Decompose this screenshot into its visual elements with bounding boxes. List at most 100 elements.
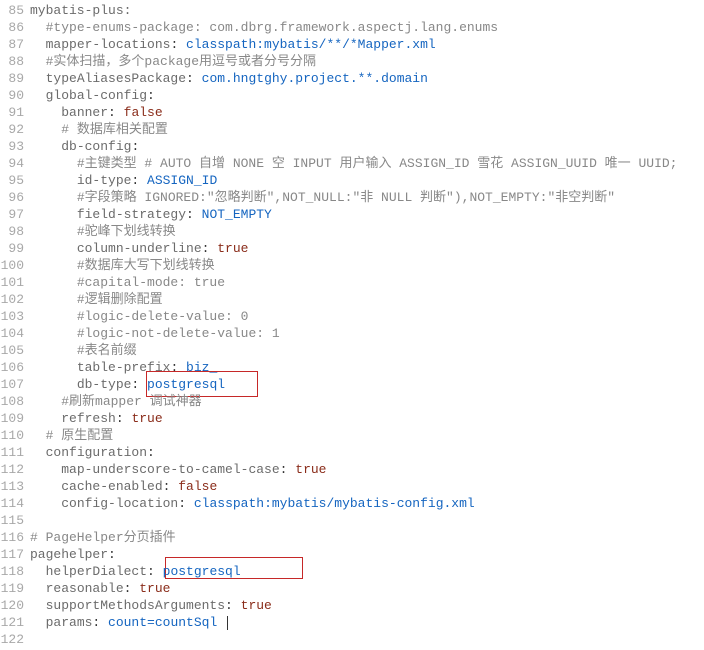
- line-number: 118: [0, 563, 30, 580]
- token: biz_: [186, 360, 217, 375]
- code-line[interactable]: 108 #刷新mapper 调试神器: [0, 393, 704, 410]
- code-content[interactable]: #logic-delete-value: 0: [30, 308, 248, 325]
- code-content[interactable]: field-strategy: NOT_EMPTY: [30, 206, 272, 223]
- token: params: [46, 615, 93, 630]
- code-line[interactable]: 106 table-prefix: biz_: [0, 359, 704, 376]
- token: :: [131, 139, 139, 154]
- code-line[interactable]: 101 #capital-mode: true: [0, 274, 704, 291]
- code-content[interactable]: map-underscore-to-camel-case: true: [30, 461, 326, 478]
- code-line[interactable]: 121 params: count=countSql: [0, 614, 704, 631]
- token: # 原生配置: [46, 428, 114, 443]
- code-content[interactable]: id-type: ASSIGN_ID: [30, 172, 217, 189]
- code-line[interactable]: 98 #驼峰下划线转换: [0, 223, 704, 240]
- code-content[interactable]: #logic-not-delete-value: 1: [30, 325, 280, 342]
- code-line[interactable]: 118 helperDialect: postgresql: [0, 563, 704, 580]
- code-line[interactable]: 94 #主键类型 # AUTO 自增 NONE 空 INPUT 用户输入 ASS…: [0, 155, 704, 172]
- code-line[interactable]: 109 refresh: true: [0, 410, 704, 427]
- code-line[interactable]: 89 typeAliasesPackage: com.hngtghy.proje…: [0, 70, 704, 87]
- token: db-config: [61, 139, 131, 154]
- token: #type-enums-package: com.dbrg.framework.…: [46, 20, 498, 35]
- code-line[interactable]: 86 #type-enums-package: com.dbrg.framewo…: [0, 19, 704, 36]
- code-line[interactable]: 116# PageHelper分页插件: [0, 529, 704, 546]
- code-content[interactable]: global-config:: [30, 87, 155, 104]
- code-line[interactable]: 90 global-config:: [0, 87, 704, 104]
- code-line[interactable]: 97 field-strategy: NOT_EMPTY: [0, 206, 704, 223]
- token: supportMethodsArguments: [46, 598, 225, 613]
- line-number: 102: [0, 291, 30, 308]
- code-content[interactable]: #数据库大写下划线转换: [30, 257, 215, 274]
- code-content[interactable]: db-config:: [30, 138, 139, 155]
- line-number: 115: [0, 512, 30, 529]
- line-number: 108: [0, 393, 30, 410]
- code-content[interactable]: configuration:: [30, 444, 155, 461]
- code-content[interactable]: #字段策略 IGNORED:"忽略判断",NOT_NULL:"非 NULL 判断…: [30, 189, 615, 206]
- code-content[interactable]: # 原生配置: [30, 427, 113, 444]
- token: cache-enabled: [61, 479, 162, 494]
- token: true: [295, 462, 326, 477]
- code-content[interactable]: #刷新mapper 调试神器: [30, 393, 202, 410]
- code-content[interactable]: banner: false: [30, 104, 163, 121]
- code-line[interactable]: 107 db-type: postgresql: [0, 376, 704, 393]
- line-number: 111: [0, 444, 30, 461]
- code-content[interactable]: db-type: postgresql: [30, 376, 225, 393]
- token: :: [116, 411, 132, 426]
- code-content[interactable]: typeAliasesPackage: com.hngtghy.project.…: [30, 70, 428, 87]
- code-content[interactable]: params: count=countSql: [30, 614, 228, 631]
- code-content[interactable]: config-location: classpath:mybatis/mybat…: [30, 495, 475, 512]
- code-content[interactable]: column-underline: true: [30, 240, 248, 257]
- code-content[interactable]: #逻辑删除配置: [30, 291, 163, 308]
- code-line[interactable]: 114 config-location: classpath:mybatis/m…: [0, 495, 704, 512]
- code-line[interactable]: 87 mapper-locations: classpath:mybatis/*…: [0, 36, 704, 53]
- code-line[interactable]: 110 # 原生配置: [0, 427, 704, 444]
- code-content[interactable]: table-prefix: biz_: [30, 359, 217, 376]
- code-content[interactable]: refresh: true: [30, 410, 163, 427]
- code-content[interactable]: # PageHelper分页插件: [30, 529, 176, 546]
- code-content[interactable]: mybatis-plus:: [30, 2, 131, 19]
- code-content[interactable]: reasonable: true: [30, 580, 170, 597]
- code-line[interactable]: 100 #数据库大写下划线转换: [0, 257, 704, 274]
- code-line[interactable]: 95 id-type: ASSIGN_ID: [0, 172, 704, 189]
- code-content[interactable]: cache-enabled: false: [30, 478, 217, 495]
- line-number: 119: [0, 580, 30, 597]
- code-line[interactable]: 113 cache-enabled: false: [0, 478, 704, 495]
- code-line[interactable]: 115: [0, 512, 704, 529]
- code-editor[interactable]: 85mybatis-plus:86 #type-enums-package: c…: [0, 0, 704, 650]
- code-content[interactable]: #实体扫描，多个package用逗号或者分号分隔: [30, 53, 316, 70]
- code-content[interactable]: pagehelper:: [30, 546, 116, 563]
- token: db-type: [77, 377, 132, 392]
- code-line[interactable]: 102 #逻辑删除配置: [0, 291, 704, 308]
- token: :: [147, 564, 163, 579]
- code-line[interactable]: 103 #logic-delete-value: 0: [0, 308, 704, 325]
- code-line[interactable]: 92 # 数据库相关配置: [0, 121, 704, 138]
- code-content[interactable]: supportMethodsArguments: true: [30, 597, 272, 614]
- line-number: 97: [0, 206, 30, 223]
- code-line[interactable]: 96 #字段策略 IGNORED:"忽略判断",NOT_NULL:"非 NULL…: [0, 189, 704, 206]
- code-line[interactable]: 85mybatis-plus:: [0, 2, 704, 19]
- code-line[interactable]: 111 configuration:: [0, 444, 704, 461]
- code-line[interactable]: 104 #logic-not-delete-value: 1: [0, 325, 704, 342]
- code-line[interactable]: 122: [0, 631, 704, 648]
- code-line[interactable]: 91 banner: false: [0, 104, 704, 121]
- code-line[interactable]: 99 column-underline: true: [0, 240, 704, 257]
- code-line[interactable]: 88 #实体扫描，多个package用逗号或者分号分隔: [0, 53, 704, 70]
- code-content[interactable]: #主键类型 # AUTO 自增 NONE 空 INPUT 用户输入 ASSIGN…: [30, 155, 677, 172]
- token: #逻辑删除配置: [77, 292, 163, 307]
- token: #logic-not-delete-value: 1: [77, 326, 280, 341]
- code-line[interactable]: 120 supportMethodsArguments: true: [0, 597, 704, 614]
- token: #capital-mode: true: [77, 275, 225, 290]
- code-content[interactable]: helperDialect: postgresql: [30, 563, 241, 580]
- code-line[interactable]: 105 #表名前缀: [0, 342, 704, 359]
- code-content[interactable]: # 数据库相关配置: [30, 121, 168, 138]
- code-line[interactable]: 112 map-underscore-to-camel-case: true: [0, 461, 704, 478]
- token: :: [92, 615, 108, 630]
- code-content[interactable]: #type-enums-package: com.dbrg.framework.…: [30, 19, 498, 36]
- code-content[interactable]: #驼峰下划线转换: [30, 223, 176, 240]
- code-line[interactable]: 93 db-config:: [0, 138, 704, 155]
- code-line[interactable]: 119 reasonable: true: [0, 580, 704, 597]
- code-content[interactable]: #表名前缀: [30, 342, 137, 359]
- code-line[interactable]: 117pagehelper:: [0, 546, 704, 563]
- code-content[interactable]: mapper-locations: classpath:mybatis/**/*…: [30, 36, 436, 53]
- code-content[interactable]: #capital-mode: true: [30, 274, 225, 291]
- token: :: [108, 105, 124, 120]
- token: reasonable: [46, 581, 124, 596]
